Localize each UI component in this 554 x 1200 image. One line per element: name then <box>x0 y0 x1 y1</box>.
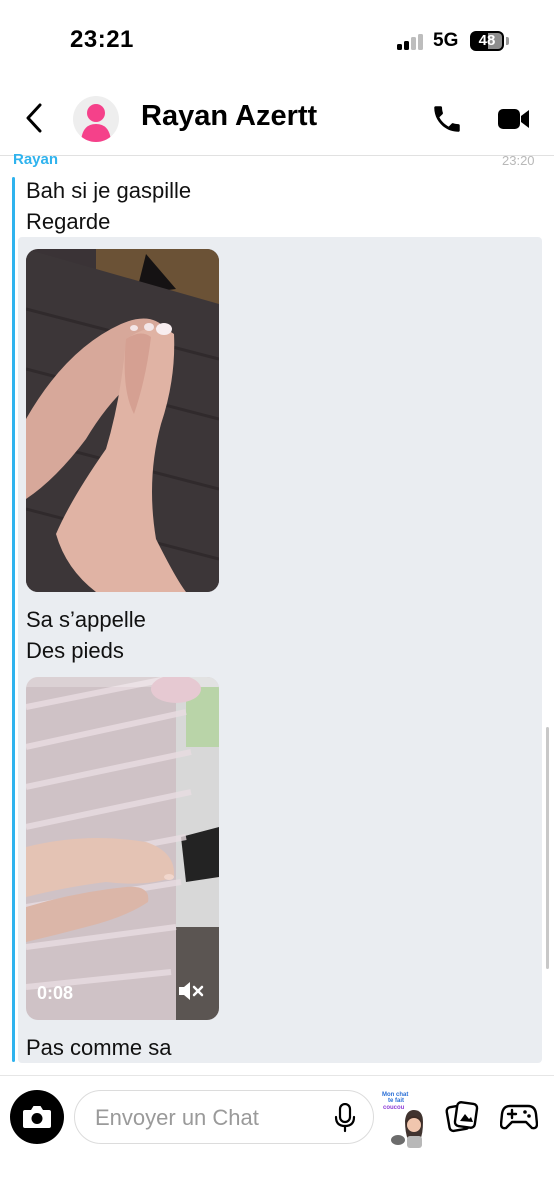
microphone-button[interactable] <box>333 1102 357 1133</box>
camera-button[interactable] <box>10 1090 64 1144</box>
battery-icon: 48 <box>470 31 504 51</box>
bitmoji-text: Mon chat te fait coucou <box>382 1092 410 1111</box>
chat-area[interactable]: Rayan 23:20 Bah si je gaspille Regarde S… <box>0 151 554 1075</box>
contact-name[interactable]: Rayan Azertt <box>141 100 317 133</box>
chat-input-placeholder: Envoyer un Chat <box>95 1105 259 1130</box>
video-camera-icon <box>498 109 529 129</box>
bitmoji-text-part: te fait <box>388 1098 404 1104</box>
bitmoji-text-part: coucou <box>383 1105 405 1111</box>
video-duration: 0:08 <box>37 983 74 1003</box>
microphone-icon <box>334 1102 356 1133</box>
message-text[interactable]: Des pieds <box>26 638 124 664</box>
message-text[interactable]: Pas comme sa <box>26 1035 172 1061</box>
video-call-button[interactable] <box>497 106 531 132</box>
battery-level: 48 <box>478 32 496 49</box>
photo-image <box>26 249 219 592</box>
games-button[interactable] <box>499 1100 539 1132</box>
snap-video[interactable]: 0:08 <box>26 677 219 1020</box>
chat-header: Rayan Azertt <box>0 80 554 156</box>
message-time: 23:20 <box>502 153 535 168</box>
sender-name: Rayan <box>13 151 59 168</box>
message-text[interactable]: Regarde <box>26 209 110 235</box>
message-text[interactable]: Sa s’appelle <box>26 607 146 633</box>
battery-tip <box>506 37 509 45</box>
game-controller-icon <box>499 1104 539 1130</box>
avatar-icon <box>81 104 111 142</box>
scrollbar[interactable] <box>546 727 549 969</box>
video-thumbnail <box>26 677 219 1020</box>
bitmoji-button[interactable]: Mon chat te fait coucou <box>380 1088 430 1148</box>
bitmoji-sticker-icon: Mon chat te fait coucou <box>382 1092 423 1148</box>
mute-button[interactable] <box>177 980 205 1002</box>
back-button[interactable] <box>22 100 48 136</box>
network-type: 5G <box>433 30 459 51</box>
memories-button[interactable] <box>444 1098 480 1134</box>
message-text[interactable]: Bah si je gaspille <box>26 178 191 204</box>
avatar[interactable] <box>73 96 119 142</box>
camera-icon <box>23 1106 51 1128</box>
signal-icon <box>397 34 425 50</box>
sender-accent-bar <box>12 177 15 1062</box>
call-button[interactable] <box>430 102 464 136</box>
chat-input[interactable]: Envoyer un Chat <box>74 1090 374 1144</box>
phone-icon <box>434 106 460 132</box>
back-icon <box>26 103 42 133</box>
memories-icon <box>445 1101 479 1133</box>
snap-photo[interactable] <box>26 249 219 592</box>
input-bar: Envoyer un Chat Mon chat te fait coucou <box>0 1075 554 1200</box>
status-time: 23:21 <box>70 26 134 53</box>
status-bar: 23:21 5G 48 <box>0 0 554 80</box>
speaker-muted-icon <box>179 982 204 1000</box>
